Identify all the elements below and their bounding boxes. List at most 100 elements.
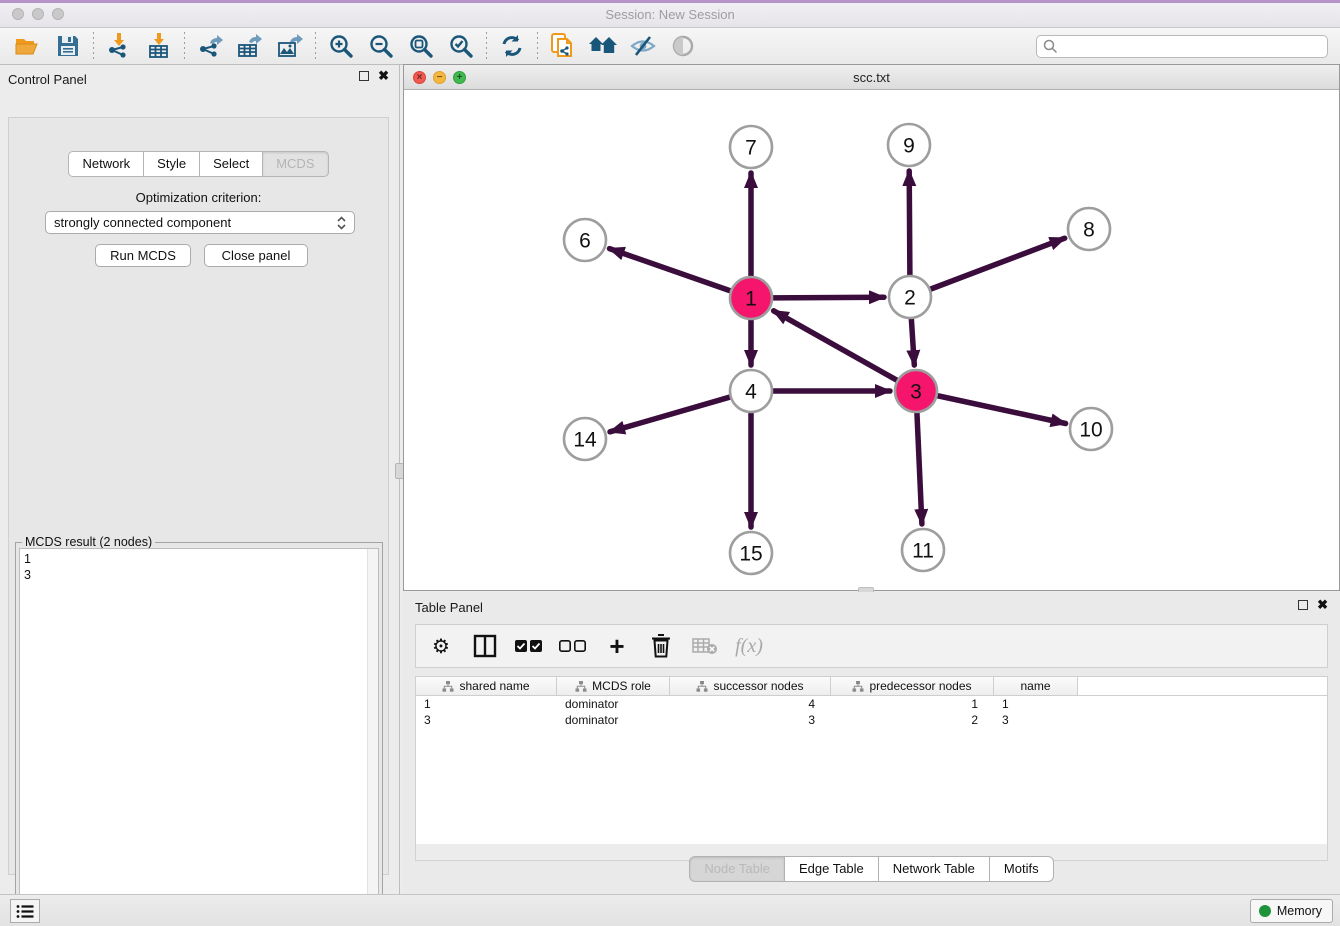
cell-predecessor-nodes[interactable]: 2 — [831, 712, 994, 728]
toolbar-separator — [184, 32, 185, 60]
import-table-icon[interactable] — [139, 30, 179, 62]
float-panel-icon[interactable] — [359, 71, 369, 81]
node-4[interactable]: 4 — [730, 370, 772, 412]
node-11[interactable]: 11 — [902, 529, 944, 571]
node-3[interactable]: 3 — [895, 370, 937, 412]
float-panel-icon[interactable] — [1298, 600, 1308, 610]
mcds-result-group: MCDS result (2 nodes) 13 — [15, 542, 383, 919]
node-1[interactable]: 1 — [730, 277, 772, 319]
cell-shared-name[interactable]: 1 — [416, 696, 557, 712]
edge-3-11[interactable] — [917, 412, 922, 524]
export-table-icon[interactable] — [230, 30, 270, 62]
cell-MCDS-role[interactable]: dominator — [557, 696, 670, 712]
add-column-icon[interactable]: + — [602, 631, 632, 661]
delete-table-icon[interactable] — [690, 631, 720, 661]
optimization-criterion-value: strongly connected component — [54, 215, 231, 230]
cell-successor-nodes[interactable]: 4 — [670, 696, 831, 712]
tab-edge-table[interactable]: Edge Table — [785, 856, 879, 882]
optimization-criterion-select[interactable]: strongly connected component — [45, 211, 355, 234]
cell-name[interactable]: 1 — [994, 696, 1078, 712]
zoom-selected-icon[interactable] — [441, 30, 481, 62]
run-mcds-button[interactable]: Run MCDS — [95, 244, 191, 267]
close-panel-button[interactable]: Close panel — [204, 244, 308, 267]
hierarchy-icon — [852, 681, 864, 692]
import-network-icon[interactable] — [99, 30, 139, 62]
home-icon[interactable] — [583, 30, 623, 62]
mcds-panel: NetworkStyleSelectMCDS Optimization crit… — [8, 117, 389, 875]
hide-selected-icon[interactable] — [623, 30, 663, 62]
node-2[interactable]: 2 — [889, 276, 931, 318]
deselect-all-icon[interactable] — [558, 631, 588, 661]
task-history-button[interactable] — [10, 899, 40, 923]
node-14[interactable]: 14 — [564, 418, 606, 460]
node-15[interactable]: 15 — [730, 532, 772, 574]
scrollbar[interactable] — [367, 549, 378, 914]
save-session-icon[interactable] — [48, 30, 88, 62]
cell-name[interactable]: 3 — [994, 712, 1078, 728]
open-session-icon[interactable] — [8, 30, 48, 62]
tab-network[interactable]: Network — [68, 151, 144, 177]
table-row[interactable]: 1dominator411 — [416, 696, 1327, 712]
zoom-in-icon[interactable] — [321, 30, 361, 62]
select-all-icon[interactable] — [514, 631, 544, 661]
edge-1-6[interactable] — [610, 249, 732, 292]
cell-successor-nodes[interactable]: 3 — [670, 712, 831, 728]
export-network-icon[interactable] — [190, 30, 230, 62]
node-6[interactable]: 6 — [564, 219, 606, 261]
tab-node-table[interactable]: Node Table — [689, 856, 785, 882]
table-panel-title: Table Panel — [415, 600, 483, 615]
table-row[interactable]: 3dominator323 — [416, 712, 1327, 728]
svg-text:10: 10 — [1079, 419, 1102, 442]
edge-2-8[interactable] — [930, 238, 1065, 289]
tab-network-table[interactable]: Network Table — [879, 856, 990, 882]
node-9[interactable]: 9 — [888, 124, 930, 166]
svg-text:9: 9 — [903, 135, 915, 158]
edge-2-3[interactable] — [911, 318, 914, 365]
mcds-result-line: 1 — [24, 551, 374, 567]
node-10[interactable]: 10 — [1070, 408, 1112, 450]
svg-text:1: 1 — [745, 288, 757, 311]
network-graph[interactable]: 7 9 6 8 1 2 4 3 14 10 15 11 — [404, 90, 1339, 590]
edge-4-14[interactable] — [610, 397, 731, 432]
function-builder-icon[interactable]: f(x) — [734, 631, 764, 661]
close-panel-icon[interactable]: ✖ — [1317, 600, 1328, 610]
node-7[interactable]: 7 — [730, 126, 772, 168]
search-input[interactable] — [1058, 37, 1321, 56]
new-network-from-selection-icon[interactable] — [543, 30, 583, 62]
mcds-result-text[interactable]: 13 — [19, 548, 379, 915]
memory-button[interactable]: Memory — [1250, 899, 1333, 923]
tab-motifs[interactable]: Motifs — [990, 856, 1054, 882]
zoom-out-icon[interactable] — [361, 30, 401, 62]
export-image-icon[interactable] — [270, 30, 310, 62]
tab-mcds[interactable]: MCDS — [263, 151, 328, 177]
column-header-shared-name[interactable]: shared name — [416, 677, 557, 695]
show-columns-icon[interactable] — [470, 631, 500, 661]
show-all-icon[interactable] — [663, 30, 703, 62]
delete-icon[interactable] — [646, 631, 676, 661]
edge-1-2[interactable] — [772, 297, 884, 298]
cell-predecessor-nodes[interactable]: 1 — [831, 696, 994, 712]
column-header-MCDS-role[interactable]: MCDS role — [557, 677, 670, 695]
edge-3-1[interactable] — [774, 311, 898, 381]
node-8[interactable]: 8 — [1068, 208, 1110, 250]
cell-shared-name[interactable]: 3 — [416, 712, 557, 728]
network-canvas[interactable]: 7 9 6 8 1 2 4 3 14 10 15 11 — [404, 90, 1339, 590]
refresh-icon[interactable] — [492, 30, 532, 62]
search-box[interactable] — [1036, 35, 1328, 58]
zoom-fit-icon[interactable] — [401, 30, 441, 62]
tab-select[interactable]: Select — [200, 151, 263, 177]
cell-MCDS-role[interactable]: dominator — [557, 712, 670, 728]
column-header-successor-nodes[interactable]: successor nodes — [670, 677, 831, 695]
edge-2-9[interactable] — [909, 171, 910, 276]
edge-3-10[interactable] — [937, 396, 1066, 424]
svg-text:15: 15 — [739, 543, 762, 566]
toolbar-separator — [93, 32, 94, 60]
column-header-name[interactable]: name — [994, 677, 1078, 695]
close-panel-icon[interactable]: ✖ — [378, 71, 389, 81]
network-window-titlebar[interactable]: × − + scc.txt — [404, 65, 1339, 90]
control-panel-title: Control Panel — [8, 72, 87, 87]
window-title: Session: New Session — [0, 7, 1340, 22]
tab-style[interactable]: Style — [144, 151, 200, 177]
column-header-predecessor-nodes[interactable]: predecessor nodes — [831, 677, 994, 695]
table-settings-icon[interactable]: ⚙ — [426, 631, 456, 661]
